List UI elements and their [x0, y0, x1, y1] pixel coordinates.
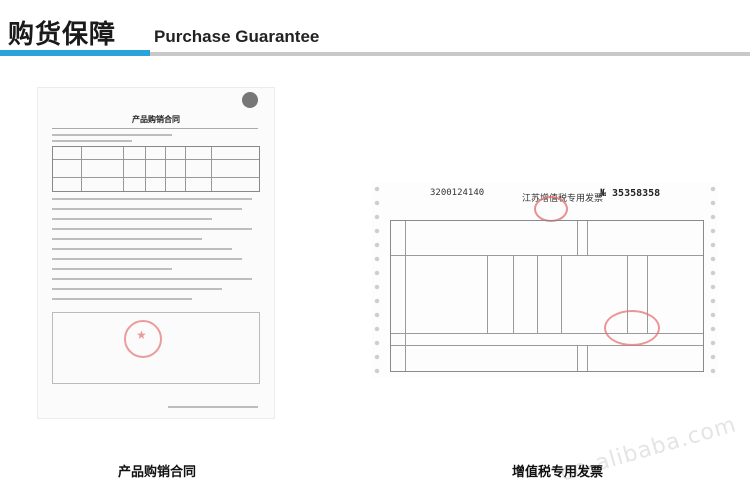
- divider: [52, 128, 258, 129]
- text-line: [52, 298, 192, 300]
- text-line: [52, 134, 172, 136]
- text-line: [52, 208, 242, 210]
- text-line: [52, 248, 232, 250]
- tax-bureau-stamp: [534, 196, 568, 222]
- contract-document-image: 产品购销合同: [38, 88, 274, 418]
- vat-invoice-image: 3200124140 江苏增值税专用发票 № 35358358: [372, 182, 718, 378]
- invoice-caption: 增值税专用发票: [512, 465, 604, 480]
- text-line: [52, 228, 252, 230]
- perforation-left: [372, 182, 382, 378]
- text-line: [52, 258, 242, 260]
- text-line: [52, 198, 252, 200]
- seller-seal-stamp: [604, 310, 660, 346]
- text-line: [52, 238, 202, 240]
- page-subtitle: Purchase Guarantee: [154, 27, 320, 46]
- invoice-number: № 35358358: [600, 188, 661, 199]
- invoice-code: 3200124140: [430, 188, 485, 198]
- company-logo-icon: [242, 92, 258, 108]
- contract-caption: 产品购销合同: [118, 465, 197, 480]
- text-line: [52, 288, 222, 290]
- text-line: [52, 278, 252, 280]
- text-line: [52, 140, 132, 142]
- text-line: [52, 218, 212, 220]
- page-header: 购货保障 Purchase Guarantee: [0, 0, 750, 58]
- page-title: 购货保障: [8, 20, 117, 50]
- company-seal-stamp: [124, 320, 162, 358]
- invoice-table: [390, 220, 704, 372]
- perforation-right: [708, 182, 718, 378]
- text-line: [52, 268, 172, 270]
- header-accent-bar: [0, 50, 150, 56]
- contract-heading: 产品购销合同: [132, 115, 180, 124]
- contract-product-table: [52, 146, 260, 192]
- footer-line: [168, 406, 258, 408]
- header-divider: [150, 52, 750, 56]
